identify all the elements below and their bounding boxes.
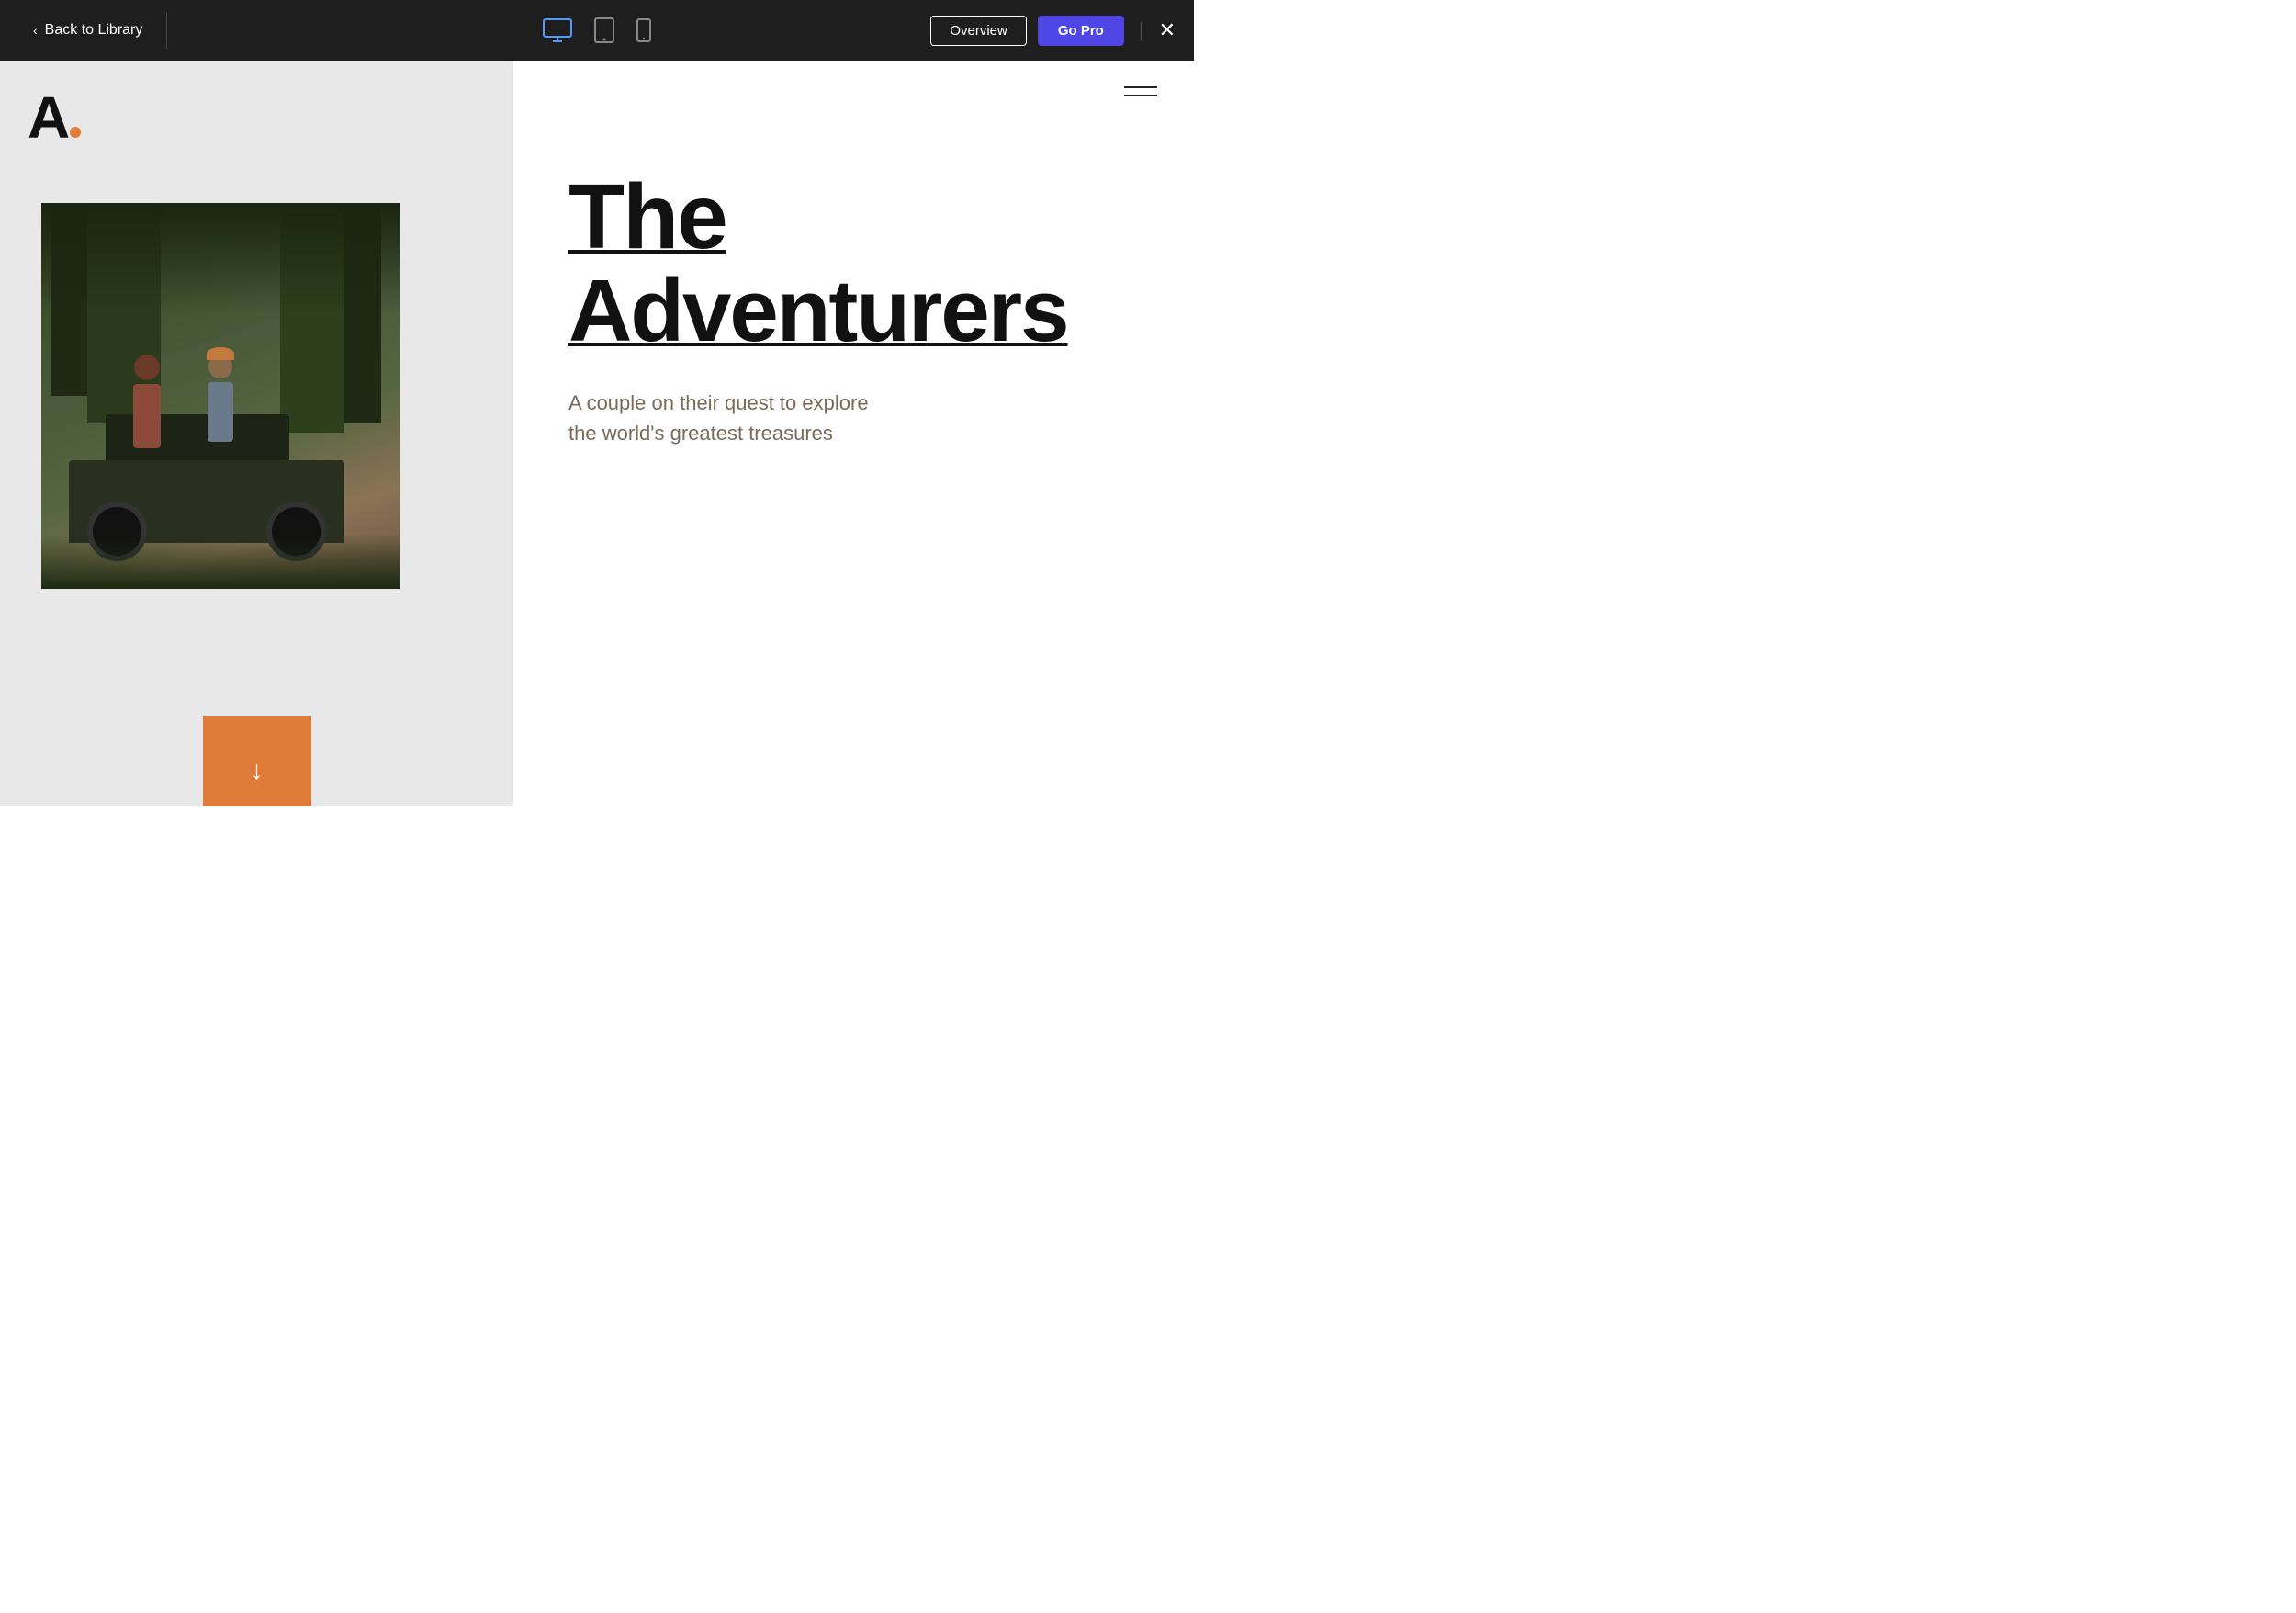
back-chevron-icon: ‹: [33, 23, 38, 38]
main-content: A: [0, 61, 1194, 806]
topbar-left: ‹ Back to Library: [18, 12, 176, 49]
logo-area: A: [28, 88, 81, 147]
scroll-arrow-icon: ↓: [251, 756, 264, 785]
topbar-center: [543, 17, 651, 43]
overview-button[interactable]: Overview: [930, 16, 1027, 46]
ferns-overlay: [41, 534, 400, 589]
hamburger-line-2: [1124, 95, 1157, 96]
hero-title-area: The Adventurers A couple on their quest …: [568, 171, 1157, 448]
hero-title-line1: The: [568, 171, 1157, 263]
hamburger-line-1: [1124, 86, 1157, 88]
hamburger-menu-button[interactable]: [1124, 86, 1157, 96]
person-1-body: [133, 384, 161, 448]
hero-subtitle: A couple on their quest to explore the w…: [568, 388, 1157, 448]
person-2-hat: [207, 347, 234, 360]
right-panel: The Adventurers A couple on their quest …: [513, 61, 1194, 806]
hero-title-line2: Adventurers: [568, 263, 1157, 360]
topbar-right: Overview Go Pro | ✕: [930, 16, 1176, 46]
logo-dot: [70, 127, 81, 138]
person-1-head: [134, 355, 160, 380]
hero-subtitle-line2: the world's greatest treasures: [568, 422, 833, 445]
hero-image-inner: [41, 203, 400, 589]
scene-background: [41, 203, 400, 589]
person-1: [124, 355, 170, 456]
topbar-divider: [166, 12, 167, 49]
hero-subtitle-line1: A couple on their quest to explore: [568, 391, 869, 414]
scroll-down-button[interactable]: ↓: [203, 716, 311, 806]
back-to-library-button[interactable]: ‹ Back to Library: [18, 15, 157, 46]
topbar-pipe-divider: |: [1139, 18, 1144, 42]
logo-letter: A: [28, 88, 68, 147]
mobile-view-button[interactable]: [636, 18, 651, 42]
moss-overlay: [41, 203, 400, 313]
left-panel: A: [0, 61, 513, 806]
person-2: [197, 355, 243, 456]
tablet-view-button[interactable]: [594, 17, 614, 43]
desktop-view-button[interactable]: [543, 18, 572, 42]
person-2-body: [208, 382, 233, 442]
topbar: ‹ Back to Library: [0, 0, 1194, 61]
gopro-button[interactable]: Go Pro: [1038, 16, 1124, 46]
back-label: Back to Library: [45, 22, 143, 39]
hero-image: [41, 203, 400, 589]
close-button[interactable]: ✕: [1159, 20, 1176, 40]
